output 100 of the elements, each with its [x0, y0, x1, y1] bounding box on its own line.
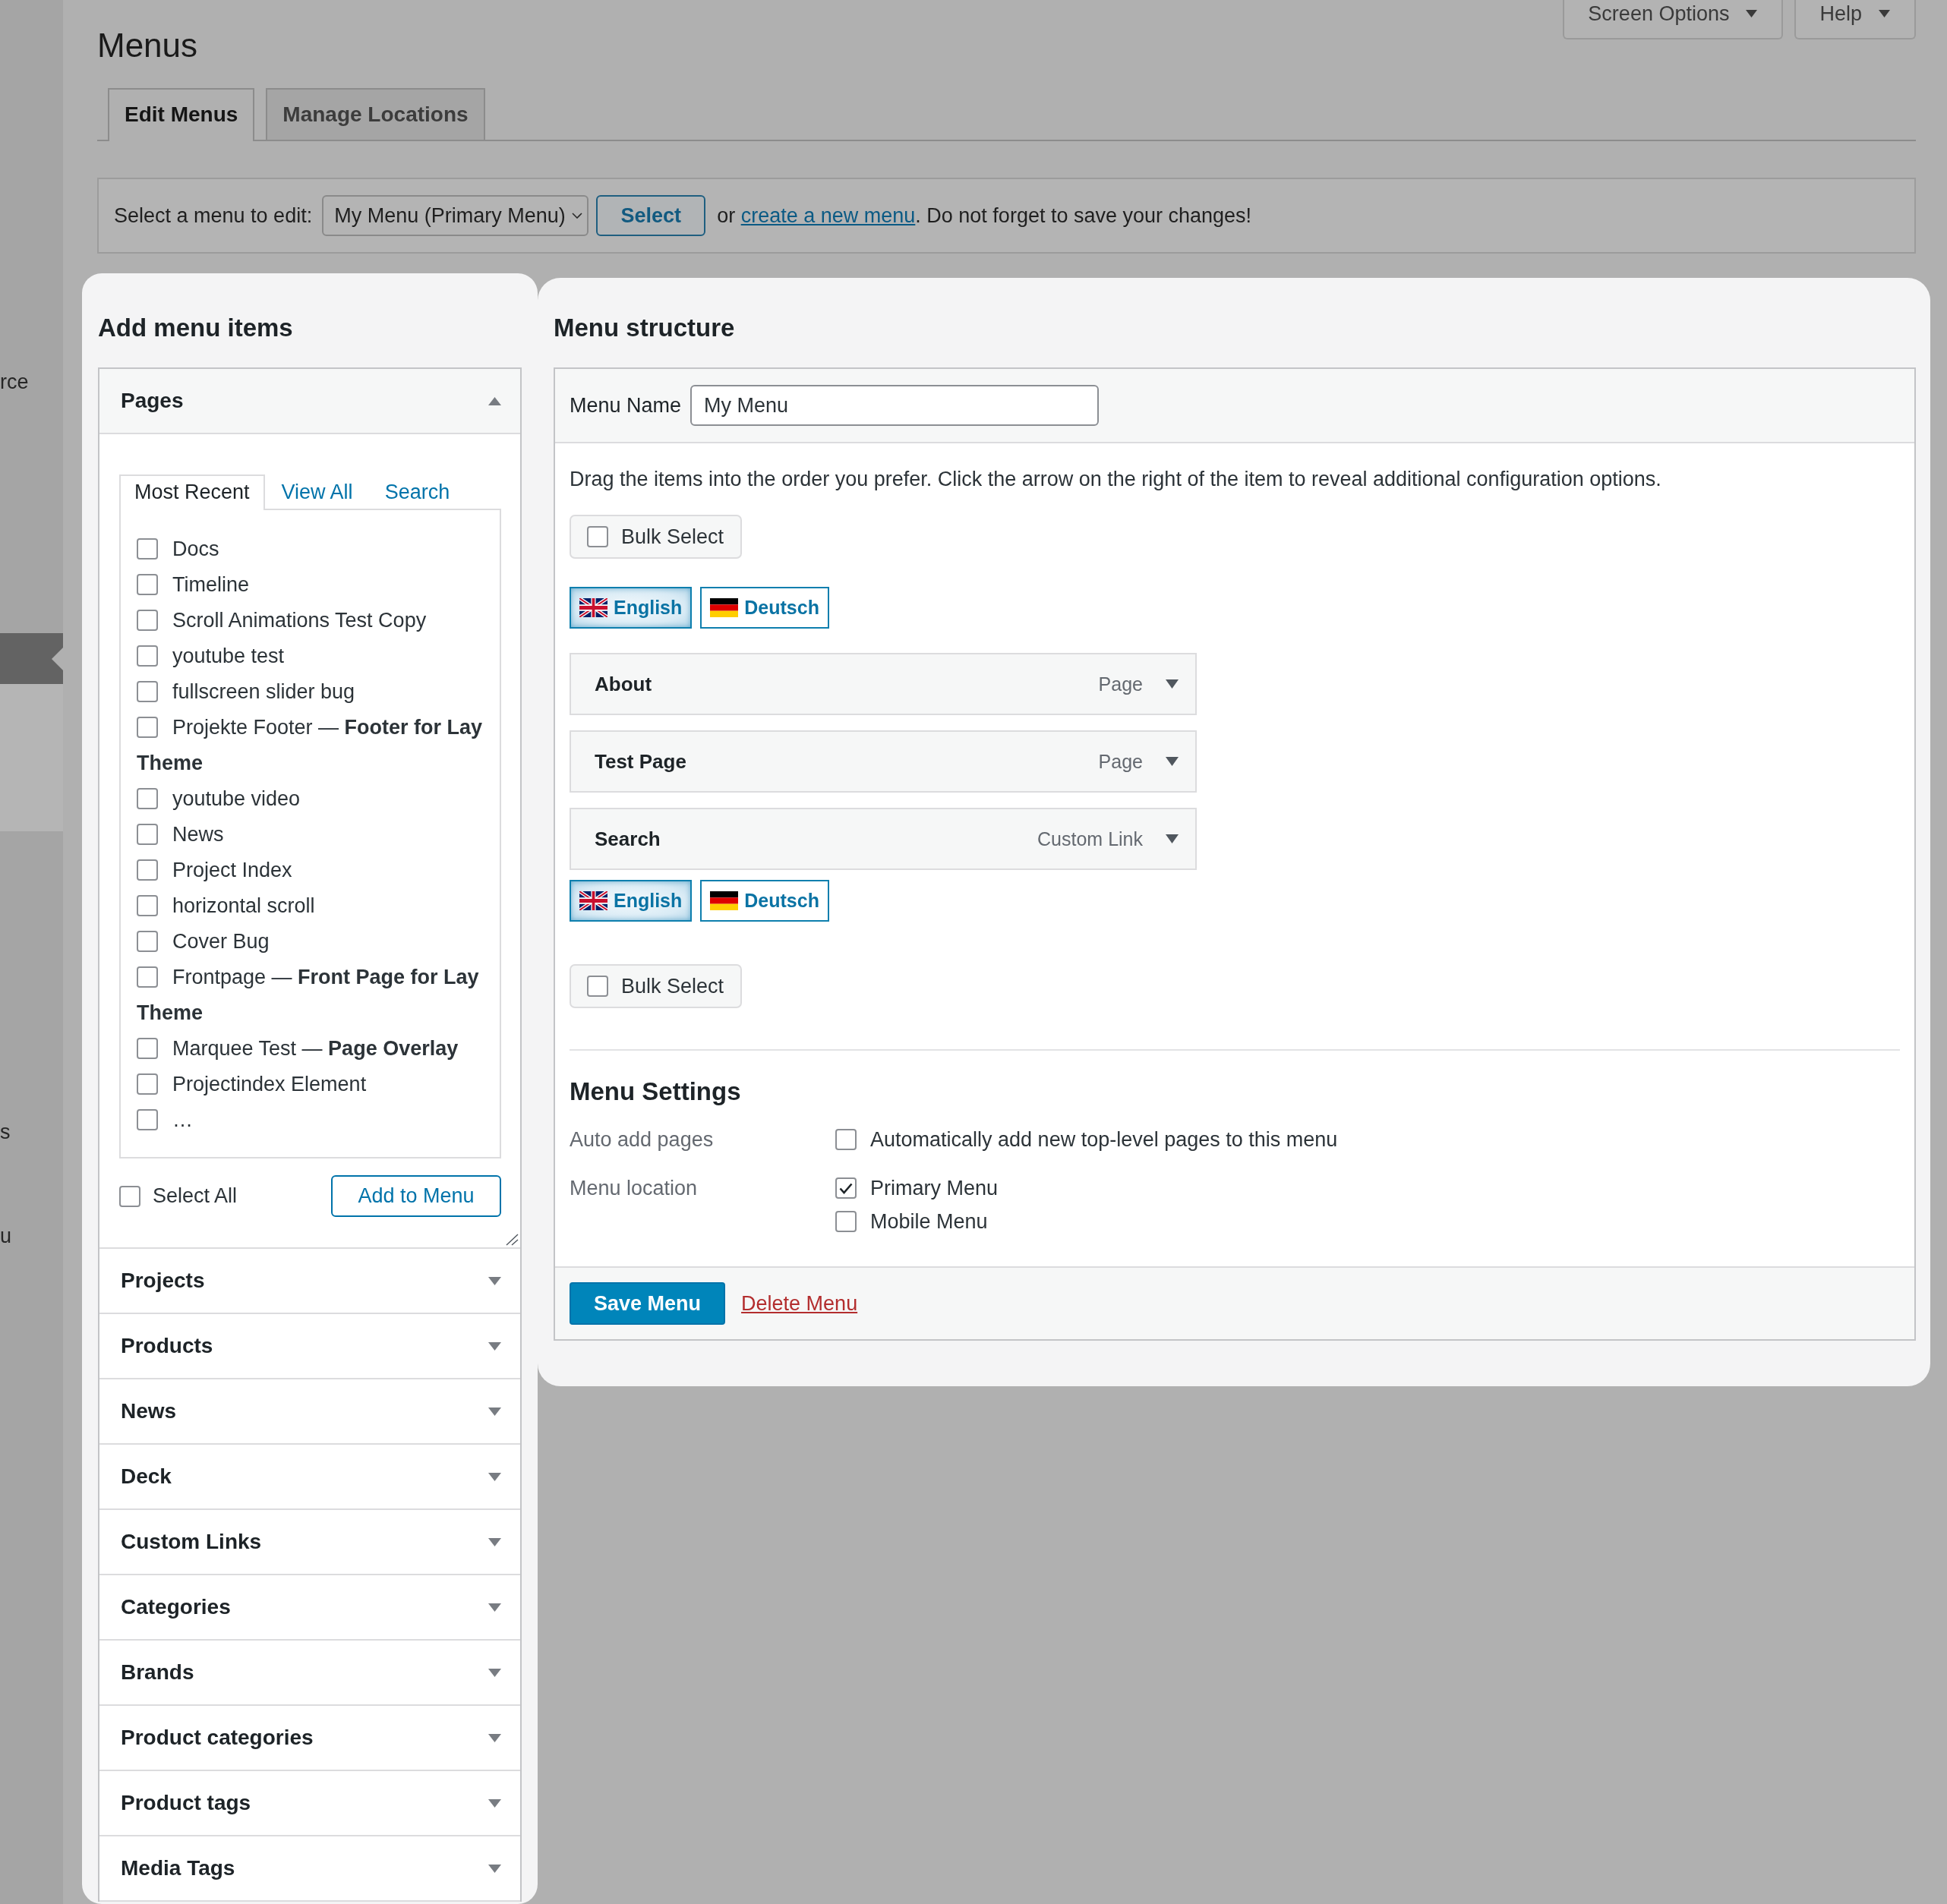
option-label[interactable]: Primary Menu — [870, 1176, 999, 1200]
instructions-text: Drag the items into the order you prefer. Click the arrow on the right of the item to reveal additional configuration options. — [570, 467, 1661, 492]
uk-flag-icon — [579, 891, 607, 910]
german-flag-icon — [710, 598, 739, 617]
page-option-label[interactable]: youtube video — [137, 781, 301, 817]
select-all-label[interactable]: Select All — [153, 1184, 238, 1208]
checkbox[interactable] — [137, 824, 158, 846]
menu-item-bar[interactable]: About Page — [570, 653, 1197, 715]
add-to-menu-button[interactable]: Add to Menu — [331, 1175, 501, 1217]
current-menu-item[interactable] — [0, 633, 63, 684]
checkbox[interactable] — [119, 1185, 140, 1207]
checkbox[interactable] — [835, 1129, 857, 1150]
accordion-header[interactable]: Pages — [99, 369, 520, 434]
checkbox[interactable] — [137, 931, 158, 953]
bulk-select-button[interactable]: Bulk Select — [570, 515, 743, 559]
page-option-label[interactable]: Timeline — [137, 567, 250, 603]
tab[interactable]: Search — [369, 474, 465, 509]
checkbox[interactable] — [137, 1073, 158, 1095]
tab[interactable]: View All — [266, 474, 368, 509]
page-title: Menus — [97, 26, 198, 65]
page-option-label[interactable]: Cover Bug — [137, 924, 270, 960]
checkbox[interactable] — [835, 1211, 857, 1232]
caret-down-icon[interactable] — [1166, 834, 1179, 843]
checkbox[interactable] — [587, 526, 608, 547]
option-label[interactable]: Automatically add new top-level pages to this menu — [870, 1127, 1338, 1152]
page-option-label[interactable]: Projectindex Element — [137, 1067, 367, 1102]
option-label[interactable]: Mobile Menu — [870, 1209, 988, 1234]
create-menu-link[interactable]: create a new menu — [740, 203, 916, 227]
page-option-label[interactable]: … — [137, 1102, 193, 1138]
page-option-label[interactable]: Marquee Test — Page Overlay — [137, 1031, 459, 1067]
sidebar-item[interactable]: u — [0, 1210, 63, 1262]
page-option-label[interactable]: horizontal scroll — [137, 888, 315, 924]
bulk-select-button[interactable]: Bulk Select — [570, 964, 743, 1008]
checkbox[interactable] — [137, 717, 158, 739]
caret-down-icon[interactable] — [1166, 757, 1179, 766]
checkbox[interactable] — [137, 574, 158, 596]
caret-down-icon[interactable] — [1166, 679, 1179, 689]
page-option-label[interactable]: youtube test — [137, 638, 285, 674]
checkbox[interactable] — [137, 538, 158, 560]
checkbox[interactable] — [137, 681, 158, 703]
menu-select-note: or create a new menu. Do not forget to save your changes! — [717, 203, 1252, 228]
caret-down-icon — [1879, 10, 1890, 17]
help-button[interactable]: Help — [1794, 0, 1916, 39]
caret-down-icon — [488, 1733, 501, 1742]
language-button[interactable]: English — [570, 587, 693, 629]
page-option-label[interactable]: Docs — [137, 531, 219, 567]
checkbox[interactable] — [587, 976, 608, 997]
caret-down-icon — [488, 1798, 501, 1808]
delete-menu-link[interactable]: Delete Menu — [741, 1291, 858, 1316]
resize-handle-icon[interactable] — [506, 1234, 519, 1246]
caret-down-icon — [1746, 10, 1758, 17]
checkbox[interactable] — [137, 645, 158, 667]
checkbox[interactable] — [137, 610, 158, 632]
sidebar-item[interactable]: rce — [0, 356, 63, 408]
checkmark-icon — [839, 1182, 853, 1194]
checkbox[interactable] — [835, 1177, 857, 1199]
page-option-label[interactable]: Project Index — [137, 853, 292, 888]
menu-item-type: Page — [1098, 673, 1143, 695]
page-option-label[interactable]: Frontpage — Front Page for Lay Theme — [137, 960, 495, 1031]
menu-item-bar[interactable]: Test Page Page — [570, 730, 1197, 793]
screen-options-button[interactable]: Screen Options — [1563, 0, 1784, 39]
checkbox[interactable] — [137, 1109, 158, 1131]
language-button[interactable]: English — [570, 880, 693, 922]
caret-down-icon — [488, 1603, 501, 1612]
settings-heading: Menu Settings — [570, 1077, 741, 1107]
menu-name-field[interactable]: My Menu — [690, 385, 1100, 426]
language-button[interactable]: Deutsch — [700, 880, 829, 922]
menu-item-bar[interactable]: Search Custom Link — [570, 808, 1197, 870]
checkbox[interactable] — [137, 1038, 158, 1060]
tab[interactable]: Edit Menus — [108, 88, 255, 141]
menu-dropdown[interactable]: My Menu (Primary Menu) — [322, 195, 589, 236]
checkbox[interactable] — [137, 966, 158, 988]
menu-item-title: Search — [595, 827, 661, 851]
page-option-label[interactable]: Scroll Animations Test Copy — [137, 603, 427, 638]
tab[interactable]: Most Recent — [119, 474, 265, 510]
german-flag-icon — [710, 891, 739, 910]
triangle-notch-icon — [52, 648, 63, 670]
save-menu-button[interactable]: Save Menu — [570, 1282, 726, 1325]
caret-down-icon — [488, 1864, 501, 1873]
checkbox[interactable] — [137, 859, 158, 881]
chevron-down-icon — [571, 213, 582, 219]
page-option-label[interactable]: News — [137, 817, 224, 853]
setting-label: Auto add pages — [570, 1127, 714, 1152]
setting-label: Menu location — [570, 1176, 698, 1201]
menu-select-label: Select a menu to edit: — [114, 203, 313, 228]
language-button[interactable]: Deutsch — [700, 587, 829, 629]
sidebar-item[interactable]: s — [0, 1106, 63, 1158]
field-label: Menu Name — [570, 393, 682, 418]
tab[interactable]: Manage Locations — [266, 88, 485, 140]
caret-down-icon — [488, 1472, 501, 1481]
page-option-label[interactable]: fullscreen slider bug — [137, 674, 355, 710]
menu-item-type: Custom Link — [1037, 827, 1143, 850]
caret-down-icon — [488, 1407, 501, 1416]
panel-heading: Menu structure — [554, 313, 735, 343]
checkbox[interactable] — [137, 895, 158, 917]
caret-up-icon — [488, 396, 501, 405]
caret-down-icon — [488, 1537, 501, 1546]
menu-item-type: Page — [1098, 750, 1143, 773]
select-button[interactable]: Select — [596, 195, 706, 236]
checkbox[interactable] — [137, 788, 158, 810]
